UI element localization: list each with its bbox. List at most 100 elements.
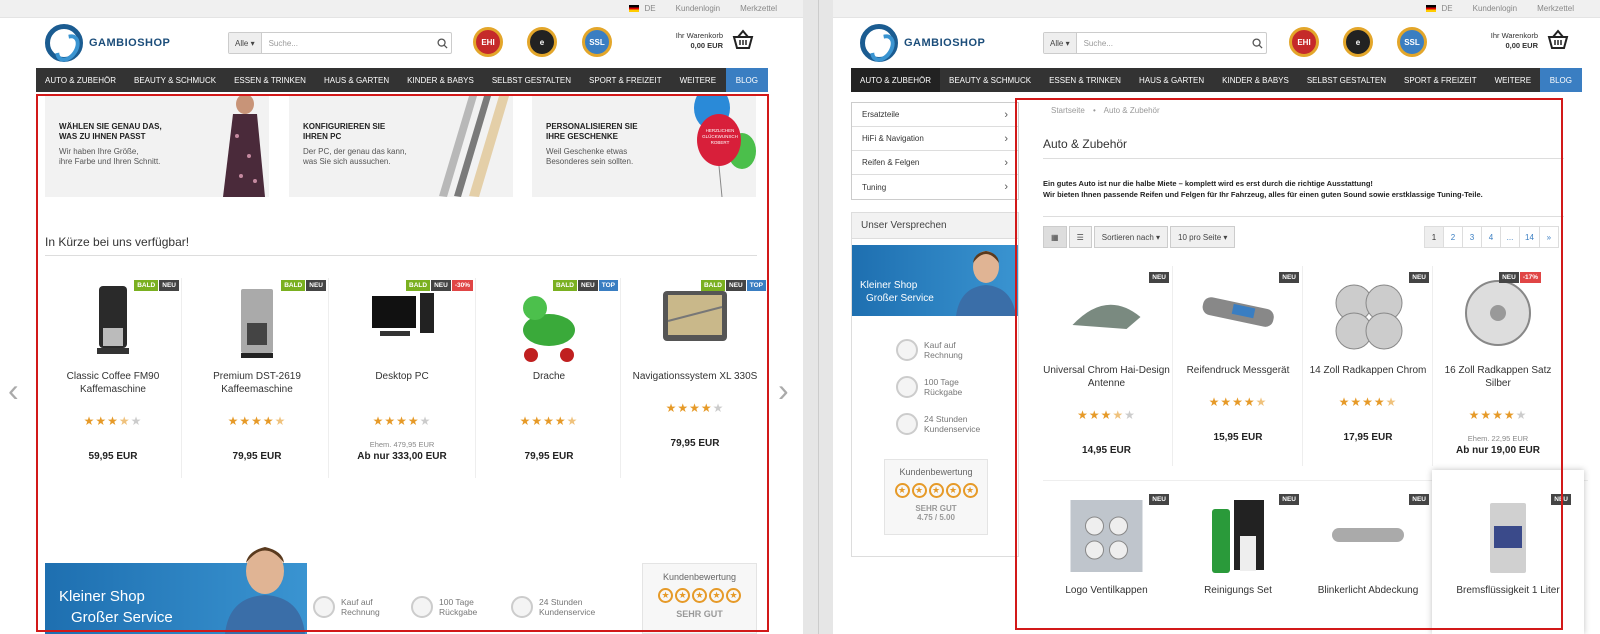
product-name[interactable]: 16 Zoll Radkappen Satz Silber	[1436, 364, 1560, 390]
nav-item[interactable]: HAUS & GARTEN	[1130, 76, 1213, 85]
nav-item[interactable]: KINDER & BABYS	[1213, 76, 1298, 85]
nav-item[interactable]: KINDER & BABYS	[398, 76, 483, 85]
nav-item[interactable]: ESSEN & TRINKEN	[225, 76, 315, 85]
nav-item[interactable]: SELBST GESTALTEN	[483, 76, 580, 85]
wishlist-link[interactable]: Merkzettel	[740, 4, 777, 13]
search-icon[interactable]	[433, 33, 451, 53]
nav-item[interactable]: BEAUTY & SCHMUCK	[940, 76, 1040, 85]
carousel-next-icon[interactable]: ›	[778, 372, 789, 409]
product-image[interactable]	[627, 278, 763, 366]
product-card[interactable]: Reinigungs Set	[1176, 492, 1300, 597]
product-card[interactable]: Premium DST-2619 Kaffeemaschine ★★★★★ 79,9…	[189, 278, 325, 462]
product-card[interactable]: Drache ★★★★★ 79,95 EUR	[481, 278, 617, 462]
search-category-select[interactable]: Alle ▾	[229, 33, 262, 53]
product-card[interactable]: Reifendruck Messgerät ★★★★★ 15,95 EUR	[1176, 270, 1300, 443]
search-icon[interactable]	[1248, 33, 1266, 53]
page-link[interactable]: 2	[1443, 226, 1463, 248]
product-card[interactable]: Universal Chrom Hai-Design Antenne ★★★★★ 1…	[1043, 270, 1170, 456]
nav-item[interactable]: BEAUTY & SCHMUCK	[125, 76, 225, 85]
product-name[interactable]: Classic Coffee FM90 Kaffemaschine	[45, 370, 181, 396]
product-name[interactable]: Drache	[481, 370, 617, 383]
product-card[interactable]: Classic Coffee FM90 Kaffemaschine ★★★★★ 59…	[45, 278, 181, 462]
product-card[interactable]: Logo Ventilkappen	[1043, 492, 1170, 597]
nav-blog[interactable]: BLOG	[725, 68, 768, 92]
product-name[interactable]: Universal Chrom Hai-Design Antenne	[1043, 364, 1170, 390]
product-name[interactable]: Logo Ventilkappen	[1043, 584, 1170, 597]
search-input[interactable]: Suche...	[262, 33, 433, 53]
product-image[interactable]	[334, 278, 470, 366]
product-image[interactable]	[1043, 492, 1170, 580]
cart-summary[interactable]: Ihr Warenkorb 0,00 EUR	[655, 31, 723, 51]
product-name[interactable]: Desktop PC	[334, 370, 470, 383]
category-item[interactable]: Reifen & Felgen ›	[852, 151, 1018, 175]
category-item[interactable]: HiFi & Navigation ›	[852, 127, 1018, 151]
product-name[interactable]: Reifendruck Messgerät	[1176, 364, 1300, 377]
page-link[interactable]: 14	[1519, 226, 1540, 248]
product-card[interactable]: Bremsflüssigkeit 1 Liter	[1436, 492, 1580, 597]
nav-item-active[interactable]: AUTO & ZUBEHÖR	[851, 68, 940, 92]
product-image[interactable]	[1436, 270, 1560, 356]
nav-blog[interactable]: BLOG	[1539, 68, 1582, 92]
logo-icon	[45, 24, 83, 62]
nav-item[interactable]: AUTO & ZUBEHÖR	[36, 76, 125, 85]
grid-view-icon[interactable]: ▦	[1043, 226, 1067, 248]
page-link[interactable]: 1	[1424, 226, 1444, 248]
next-page-icon[interactable]: »	[1538, 226, 1559, 248]
product-image[interactable]	[1306, 492, 1430, 580]
shop-logo[interactable]: GAMBIOSHOP	[860, 24, 985, 62]
login-link[interactable]: Kundenlogin	[1473, 4, 1517, 13]
product-image[interactable]	[189, 278, 325, 366]
product-image[interactable]	[45, 278, 181, 366]
ehi-seal-icon[interactable]: EHI	[1289, 27, 1319, 57]
basket-icon[interactable]	[732, 29, 754, 51]
product-name[interactable]: Navigationssystem XL 330S	[627, 370, 763, 383]
category-item[interactable]: Tuning ›	[852, 175, 1018, 199]
ehi-seal-icon[interactable]: EHI	[473, 27, 503, 57]
product-card[interactable]: Blinkerlicht Abdeckung	[1306, 492, 1430, 597]
product-card[interactable]: 16 Zoll Radkappen Satz Silber ★★★★★ Ehem. …	[1436, 270, 1560, 456]
list-view-icon[interactable]: ☰	[1068, 226, 1092, 248]
category-item[interactable]: Ersatzteile ›	[852, 103, 1018, 127]
nav-item[interactable]: HAUS & GARTEN	[315, 76, 398, 85]
language-selector[interactable]: DE	[629, 4, 656, 13]
language-selector[interactable]: DE	[1426, 4, 1453, 13]
product-image[interactable]	[1436, 492, 1580, 580]
banner-pc[interactable]: KONFIGURIEREN SIE IHREN PC Der PC, der g…	[289, 96, 513, 197]
trusted-shops-seal-icon[interactable]: e	[527, 27, 557, 57]
page-link[interactable]: 4	[1481, 226, 1501, 248]
product-name[interactable]: 14 Zoll Radkappen Chrom	[1306, 364, 1430, 377]
breadcrumb-home[interactable]: Startseite	[1051, 106, 1085, 115]
search-input[interactable]: Suche...	[1077, 33, 1248, 53]
nav-item[interactable]: SPORT & FREIZEIT	[580, 76, 671, 85]
nav-item[interactable]: SPORT & FREIZEIT	[1395, 76, 1486, 85]
nav-item[interactable]: WEITERE	[1486, 76, 1540, 85]
product-name[interactable]: Reinigungs Set	[1176, 584, 1300, 597]
customer-rating-widget[interactable]: Kundenbewertung ★ ★ ★ ★ ★ SEHR GUT 4.75 / 5.…	[884, 459, 988, 535]
carousel-prev-icon[interactable]: ‹	[8, 372, 19, 409]
product-image[interactable]	[481, 278, 617, 366]
sort-select[interactable]: Sortieren nach ▾	[1093, 226, 1169, 248]
shop-logo[interactable]: GAMBIOSHOP	[45, 24, 170, 62]
login-link[interactable]: Kundenlogin	[676, 4, 720, 13]
customer-rating-widget[interactable]: Kundenbewertung ★ ★ ★ ★ ★ SEHR GUT	[642, 563, 757, 634]
banner-fashion[interactable]: WÄHLEN SIE GENAU DAS, WAS ZU IHNEN PASST…	[45, 96, 269, 197]
wishlist-link[interactable]: Merkzettel	[1537, 4, 1574, 13]
search-category-select[interactable]: Alle ▾	[1044, 33, 1077, 53]
product-badges: BALD NEU	[134, 280, 179, 291]
banner-gifts[interactable]: PERSONALISIEREN SIE IHRE GESCHENKE Weil …	[532, 96, 756, 197]
nav-item[interactable]: WEITERE	[671, 76, 725, 85]
basket-icon[interactable]	[1547, 29, 1569, 51]
product-image[interactable]	[1176, 492, 1300, 580]
nav-item[interactable]: ESSEN & TRINKEN	[1040, 76, 1130, 85]
trusted-shops-seal-icon[interactable]: e	[1343, 27, 1373, 57]
cart-summary[interactable]: Ihr Warenkorb 0,00 EUR	[1470, 31, 1538, 51]
per-page-select[interactable]: 10 pro Seite ▾	[1170, 226, 1236, 248]
page-link[interactable]: 3	[1462, 226, 1482, 248]
product-card[interactable]: Desktop PC ★★★★★ Ehem. 479,95 EUR Ab nur 33…	[334, 278, 470, 462]
product-name[interactable]: Premium DST-2619 Kaffeemaschine	[189, 370, 325, 396]
product-name[interactable]: Bremsflüssigkeit 1 Liter	[1436, 584, 1580, 597]
nav-item[interactable]: SELBST GESTALTEN	[1298, 76, 1395, 85]
product-card[interactable]: Navigationssystem XL 330S ★★★★★ 79,95 EUR	[627, 278, 763, 449]
product-card[interactable]: 14 Zoll Radkappen Chrom ★★★★★ 17,95 EUR	[1306, 270, 1430, 443]
product-name[interactable]: Blinkerlicht Abdeckung	[1306, 584, 1430, 597]
